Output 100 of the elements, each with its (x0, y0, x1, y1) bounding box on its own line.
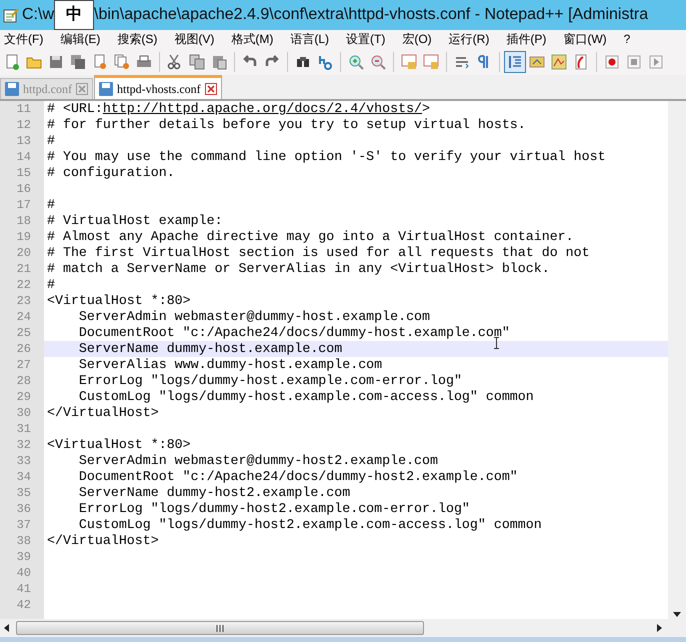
save-icon (48, 54, 64, 70)
text-cursor-icon (493, 337, 500, 349)
cut-icon (167, 54, 183, 70)
menu-item[interactable]: 格式(M) (227, 30, 278, 48)
code-line: ServerAlias www.dummy-host.example.com (78, 356, 382, 374)
code-line: </VirtualHost> (47, 532, 159, 550)
title-text: C:\w (22, 5, 54, 25)
save-icon (5, 82, 19, 96)
file-tab[interactable]: httpd-vhosts.conf (94, 75, 222, 99)
line-number: 22 (16, 277, 32, 294)
close-tab-button[interactable] (76, 83, 88, 95)
menu-item[interactable]: 语言(L) (286, 30, 333, 48)
menu-item[interactable]: 窗口(W) (559, 30, 611, 48)
code-line: # match a ServerName or ServerAlias in any <VirtualHost> block. (47, 260, 550, 278)
line-number: 29 (16, 389, 32, 406)
code-line: ErrorLog "logs/dummy-host2.example.com-error.log" (78, 500, 470, 518)
line-number: 18 (16, 213, 32, 230)
menu-item[interactable]: 编辑(E) (56, 30, 104, 48)
line-number: 11 (16, 101, 32, 118)
line-number: 14 (16, 149, 32, 166)
code-line: # for further details before you try to setup virtual hosts. (47, 116, 526, 134)
line-number: 24 (16, 309, 32, 326)
zoom-out-icon (370, 54, 386, 70)
line-number: 31 (16, 421, 32, 438)
line-number: 20 (16, 245, 32, 262)
record-icon (604, 54, 620, 70)
line-number: 12 (16, 117, 32, 134)
line-number: 28 (16, 373, 32, 390)
code-line: # VirtualHost example: (47, 212, 223, 230)
menu-item[interactable]: 插件(P) (502, 30, 550, 48)
line-number: 25 (16, 325, 32, 342)
line-number: 13 (16, 133, 32, 150)
line-number: 41 (16, 581, 32, 598)
code-line: # (47, 132, 55, 150)
line-number: 27 (16, 357, 32, 374)
line-number: 23 (16, 293, 32, 310)
code-line: # <URL:http://httpd.apache.org/docs/2.4/vhosts/> (47, 100, 430, 118)
code-line: ServerAdmin webmaster@dummy-host.example.com (78, 308, 430, 326)
menu-item[interactable]: 搜索(S) (113, 30, 162, 48)
title-text: \bin\apache\apache2.4.9\conf\extra\httpd-vhosts.conf - Notepad++ [Administra (94, 5, 648, 25)
scroll-down-icon[interactable] (673, 612, 681, 617)
indent-icon (507, 54, 523, 70)
line-number: 15 (16, 165, 32, 182)
stop-icon (626, 54, 642, 70)
line-number: 37 (16, 517, 32, 534)
scroll-left-icon[interactable] (4, 624, 9, 632)
code-line: # You may use the command line option '-S' to verify your virtual host (47, 148, 606, 166)
menu-item[interactable]: 设置(T) (342, 30, 390, 48)
line-number: 36 (16, 501, 32, 518)
scrollbar-thumb[interactable] (16, 621, 424, 635)
paste-icon (211, 54, 227, 70)
code-line: ServerAdmin webmaster@dummy-host2.example.com (78, 452, 438, 470)
notepad-icon (3, 7, 19, 23)
menu-item[interactable]: 运行(R) (444, 30, 494, 48)
ime-indicator: 中 (54, 0, 94, 30)
code-line: ServerName dummy-host.example.com (78, 340, 342, 358)
line-number: 32 (16, 437, 32, 454)
close-all-icon (114, 54, 130, 70)
code-line: </VirtualHost> (47, 404, 159, 422)
url-link[interactable]: http://httpd.apache.org/docs/2.4/vhosts/ (102, 101, 422, 116)
new-icon (4, 54, 20, 70)
grip-icon (216, 624, 224, 632)
save-all-icon (70, 54, 86, 70)
close-tab-button[interactable] (204, 82, 217, 94)
menu-item[interactable]: 视图(V) (170, 30, 218, 48)
line-number: 39 (16, 549, 32, 566)
menu-item[interactable]: 文件(F) (0, 30, 48, 48)
menu-item[interactable]: ? (620, 30, 634, 48)
code-line: # configuration. (47, 164, 175, 182)
line-number: 33 (16, 453, 32, 470)
zoom-in-icon (348, 54, 364, 70)
code-line: # The first VirtualHost section is used for all requests that do not (47, 244, 590, 262)
save-icon (99, 82, 113, 96)
vertical-scrollbar[interactable] (668, 101, 686, 619)
close-icon (92, 54, 108, 70)
line-number: 21 (16, 261, 32, 278)
code-line: DocumentRoot "c:/Apache24/docs/dummy-host.example.com" (78, 324, 510, 342)
line-number: 34 (16, 469, 32, 486)
line-number: 16 (16, 181, 32, 198)
code-line: # Almost any Apache directive may go into a VirtualHost container. (47, 228, 574, 246)
code-line: # (47, 196, 55, 214)
menu-item[interactable]: 宏(O) (398, 30, 436, 48)
line-number: 19 (16, 229, 32, 246)
copy-icon (189, 54, 205, 70)
scroll-right-icon[interactable] (657, 624, 662, 632)
code-line: DocumentRoot "c:/Apache24/docs/dummy-host2.example.com" (78, 468, 518, 486)
line-number: 38 (16, 533, 32, 550)
code-line: ErrorLog "logs/dummy-host.example.com-error.log" (78, 372, 462, 390)
code-line: CustomLog "logs/dummy-host2.example.com-access.log" common (78, 516, 542, 534)
print-icon (136, 54, 152, 70)
line-number: 40 (16, 565, 32, 582)
line-number: 26 (16, 341, 32, 358)
code-line: ServerName dummy-host2.example.com (78, 484, 350, 502)
line-number: 30 (16, 405, 32, 422)
play-icon (648, 54, 664, 70)
line-number: 17 (16, 197, 32, 214)
code-line: CustomLog "logs/dummy-host.example.com-access.log" common (78, 388, 534, 406)
doc-icon (573, 54, 589, 70)
line-number: 42 (16, 597, 32, 614)
code-line: # (47, 276, 55, 294)
